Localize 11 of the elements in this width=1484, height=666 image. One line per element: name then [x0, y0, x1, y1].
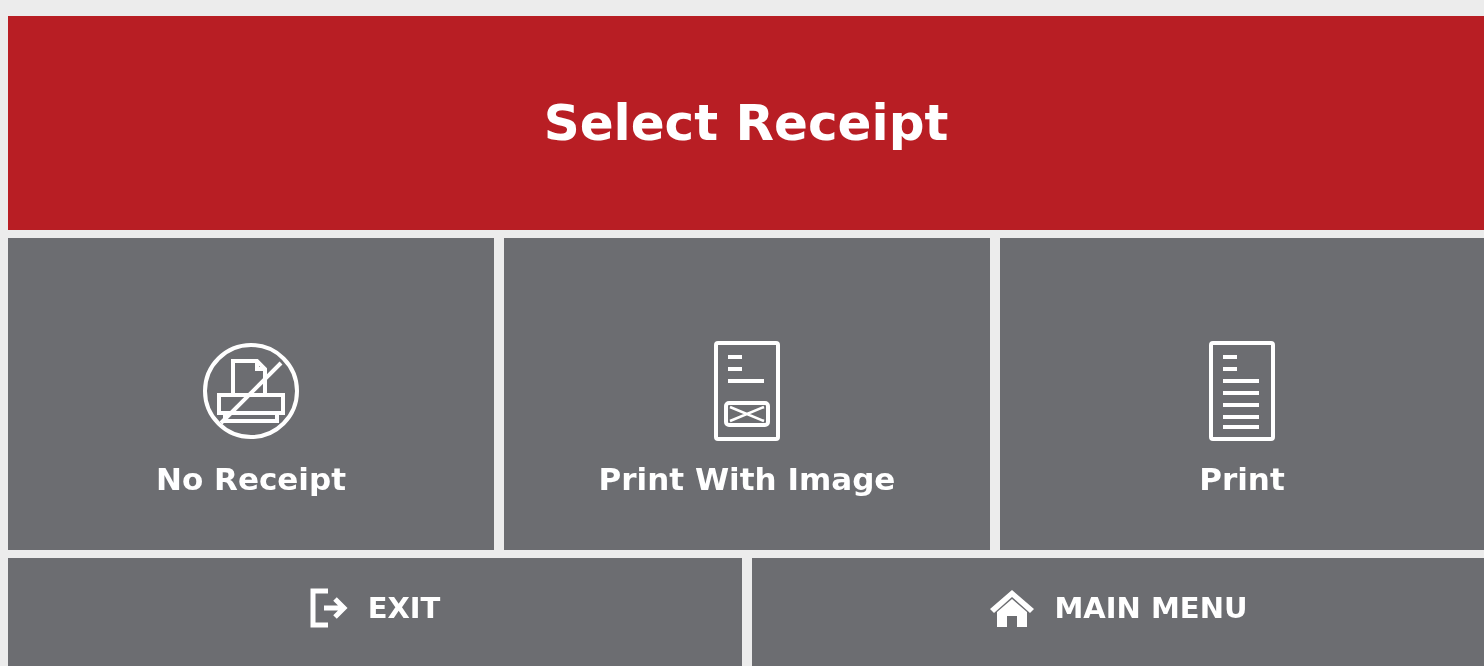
receipt-option-button[interactable]: Print — [1000, 238, 1484, 550]
exit-button[interactable]: EXIT — [8, 558, 742, 666]
main-menu-button[interactable]: MAIN MENU — [752, 558, 1484, 666]
page-title: Select Receipt — [543, 94, 949, 152]
exit-icon — [309, 588, 348, 628]
no-printer-icon — [201, 341, 301, 441]
receipt-image-icon — [714, 341, 780, 441]
receipt-option-button[interactable]: No Receipt — [8, 238, 494, 550]
receipt-option-button[interactable]: Print With Image — [504, 238, 990, 550]
receipt-icon — [1209, 341, 1275, 441]
home-icon — [988, 588, 1035, 628]
